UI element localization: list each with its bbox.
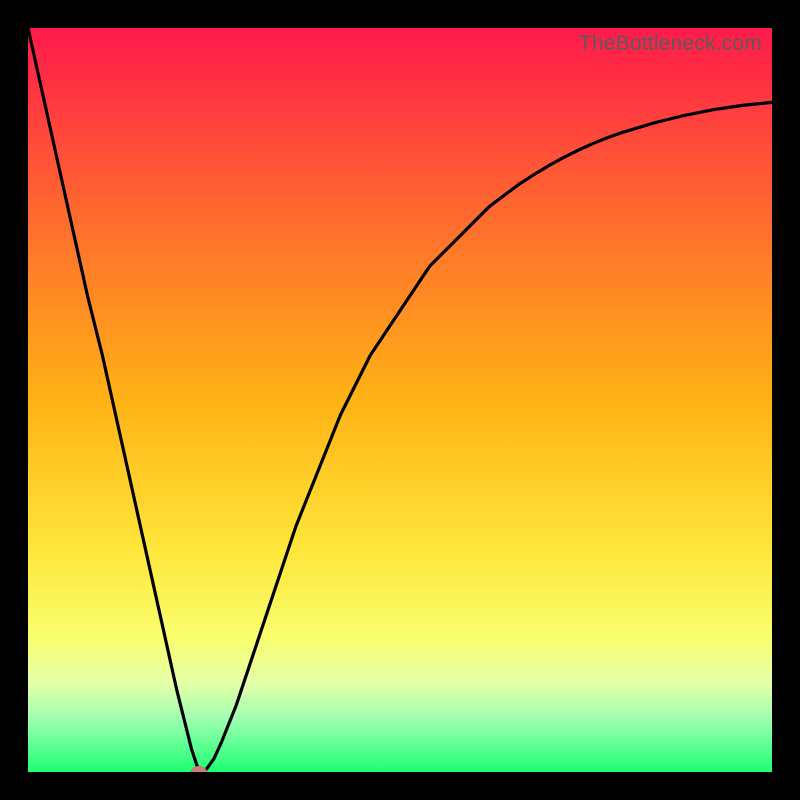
- minimum-marker: [191, 766, 207, 772]
- plot-area: TheBottleneck.com: [28, 28, 772, 772]
- background-gradient: [28, 28, 772, 772]
- watermark-text: TheBottleneck.com: [579, 32, 762, 56]
- chart-frame: TheBottleneck.com: [0, 0, 800, 800]
